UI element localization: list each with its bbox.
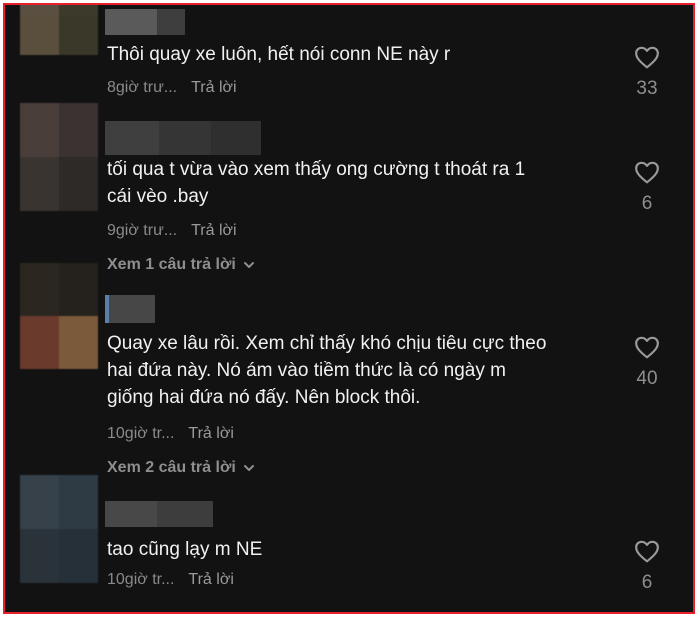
comment-text: Quay xe lâu rồi. Xem chỉ thấy khó chịu t… [107, 333, 547, 408]
view-replies-button[interactable]: Xem 1 câu trả lời [107, 256, 256, 274]
like-count: 6 [641, 572, 653, 593]
username-blurred[interactable] [105, 295, 155, 323]
reply-link[interactable]: Trả lời [188, 571, 233, 589]
comment-text: Thôi quay xe luôn, hết nói conn NE này r [107, 44, 451, 65]
comment-meta: 10giờ tr... Trả lời [107, 571, 234, 589]
avatar[interactable] [20, 263, 98, 369]
comment-meta: 9giờ trư... Trả lời [107, 222, 237, 240]
chevron-down-icon [243, 465, 254, 471]
heart-outline-icon [635, 336, 659, 359]
avatar[interactable] [20, 475, 98, 583]
view-replies-button[interactable]: Xem 2 câu trả lời [107, 459, 256, 477]
username-blurred[interactable] [105, 501, 213, 527]
chevron-down-icon [243, 262, 254, 268]
username-blurred[interactable] [105, 121, 261, 155]
like-button[interactable]: 6 [630, 539, 664, 594]
comment-text: tao cũng lạy m NE [107, 539, 263, 560]
comment-meta: 10giờ tr... Trả lời [107, 425, 234, 443]
view-replies-label: Xem 2 câu trả lời [107, 459, 236, 476]
heart-outline-icon [635, 540, 659, 563]
reply-link[interactable]: Trả lời [191, 222, 236, 240]
heart-outline-icon [635, 161, 659, 184]
username-blurred[interactable] [105, 9, 185, 35]
heart-outline-icon [635, 46, 659, 69]
comment-time: 10giờ tr... [107, 571, 175, 588]
like-button[interactable]: 6 [630, 160, 664, 215]
like-count: 6 [641, 193, 653, 214]
like-button[interactable]: 33 [630, 45, 664, 100]
comment-time: 10giờ tr... [107, 425, 175, 442]
reply-link[interactable]: Trả lời [188, 425, 233, 443]
comment-meta: 8giờ trư... Trả lời [107, 79, 237, 97]
view-replies-label: Xem 1 câu trả lời [107, 256, 236, 273]
like-count: 33 [636, 78, 658, 99]
like-count: 40 [636, 368, 658, 389]
comment-time: 9giờ trư... [107, 222, 178, 239]
comment-text: tối qua t vừa vào xem thấy ong cường t t… [107, 159, 526, 207]
comments-panel: Thôi quay xe luôn, hết nói conn NE này r… [3, 3, 695, 614]
like-button[interactable]: 40 [630, 335, 664, 390]
avatar[interactable] [20, 5, 98, 55]
reply-link[interactable]: Trả lời [191, 79, 236, 97]
avatar[interactable] [20, 103, 98, 211]
comment-time: 8giờ trư... [107, 79, 178, 96]
